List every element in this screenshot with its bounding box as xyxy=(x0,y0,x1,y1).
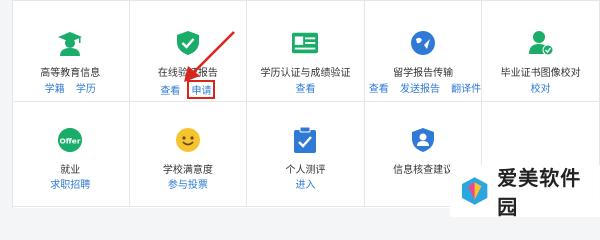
tile-title: 学历认证与成绩验证 xyxy=(260,68,351,79)
offer-badge-text: Offer xyxy=(60,136,81,145)
link-translation[interactable]: 翻译件 xyxy=(451,80,481,95)
clipboard-check-icon xyxy=(292,127,318,153)
link-vote[interactable]: 参与投票 xyxy=(168,176,208,191)
tile-title: 在线验证报告 xyxy=(157,68,218,79)
tile-employment: Offer 就业 求职招聘 xyxy=(12,102,130,207)
tile-title: 留学报告传输 xyxy=(393,68,454,79)
link-student-status[interactable]: 学籍 xyxy=(45,80,65,95)
link-proofread[interactable]: 校对 xyxy=(531,80,551,95)
globe-send-icon xyxy=(410,30,436,56)
tile-school-satisfaction: 学校满意度 参与投票 xyxy=(129,102,248,207)
tile-degree-authentication: 学历认证与成绩验证 查看 xyxy=(247,0,365,102)
link-job-search[interactable]: 求职招聘 xyxy=(50,176,90,191)
watermark-text: 爱美软件园 xyxy=(497,166,582,219)
id-card-icon xyxy=(292,30,319,56)
tile-certificate-image-check: 毕业证书图像校对 校对 xyxy=(482,0,600,102)
tile-title: 学校满意度 xyxy=(162,165,213,176)
tile-personal-assessment: 个人测评 进入 xyxy=(247,102,365,207)
link-education-degree[interactable]: 学历 xyxy=(76,80,96,95)
shield-check-icon xyxy=(175,30,201,56)
tile-online-verification-report: 在线验证报告 查看 申请 xyxy=(129,0,248,102)
link-view-transmission[interactable]: 查看 xyxy=(369,80,389,95)
user-check-icon xyxy=(528,30,554,56)
graduate-icon xyxy=(57,30,83,56)
tile-title: 高等教育信息 xyxy=(40,68,101,79)
user-shield-icon xyxy=(410,127,436,153)
tile-title: 就业 xyxy=(60,165,81,176)
link-view-authentication[interactable]: 查看 xyxy=(295,80,315,95)
link-apply-report[interactable]: 申请 xyxy=(187,80,216,99)
link-enter[interactable]: 进入 xyxy=(295,176,315,191)
tile-study-abroad-transmission: 留学报告传输 查看 发送报告 翻译件 xyxy=(364,0,483,102)
tile-title: 毕业证书图像校对 xyxy=(500,68,581,79)
watermark: 爱美软件园 xyxy=(450,165,600,219)
link-send-report[interactable]: 发送报告 xyxy=(400,80,440,95)
offer-icon: Offer xyxy=(57,127,83,153)
smile-icon xyxy=(175,127,201,153)
tile-higher-education-info: 高等教育信息 学籍 学历 xyxy=(12,0,130,102)
link-view-report[interactable]: 查看 xyxy=(160,82,180,97)
tile-title: 个人测评 xyxy=(285,165,326,176)
watermark-logo-icon xyxy=(461,177,488,205)
